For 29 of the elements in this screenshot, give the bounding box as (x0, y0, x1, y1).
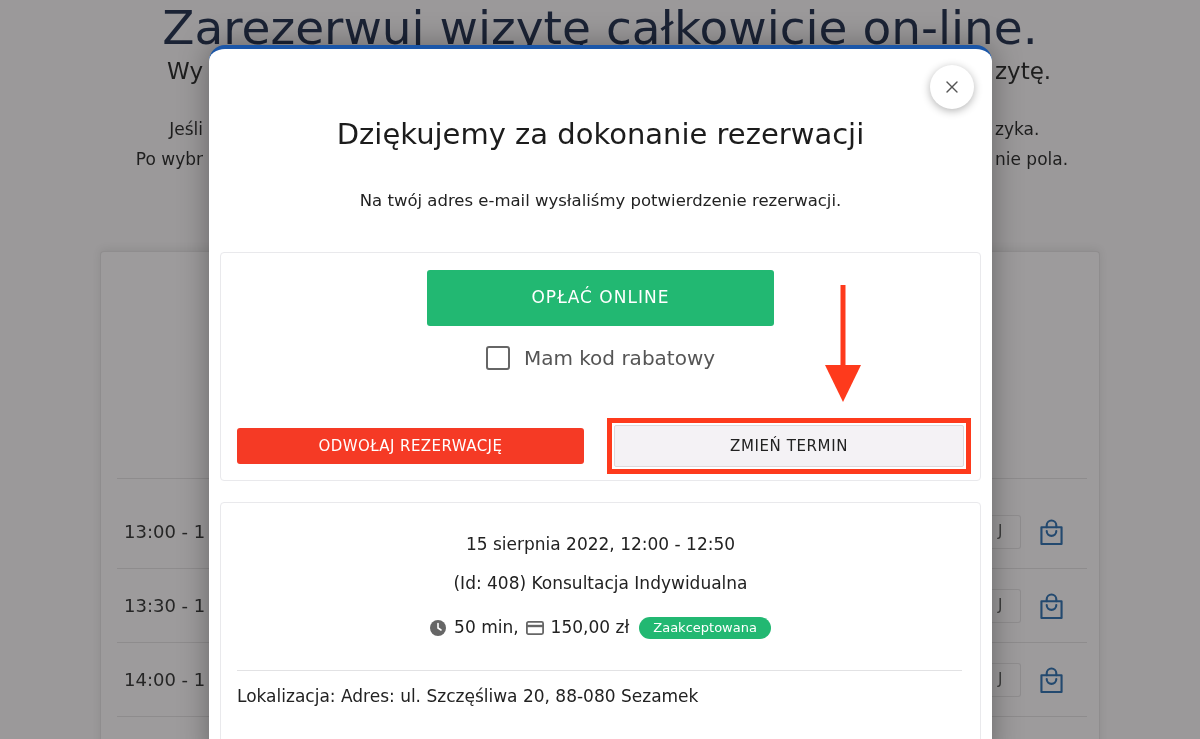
credit-card-icon (525, 621, 544, 635)
intro-text: Jeśli (169, 119, 203, 139)
booking-service: (Id: 408) Konsultacja Indywidualna (452, 572, 749, 595)
close-button[interactable] (930, 65, 974, 109)
intro-text: zyka. (995, 119, 1040, 139)
reschedule-button[interactable]: ZMIEŃ TERMIN (614, 425, 964, 467)
duration-text: 50 min, (454, 616, 519, 640)
time-slot-text: 13:00 - 1 (124, 520, 206, 544)
status-badge: Zaakceptowana (639, 617, 771, 639)
clock-icon (430, 620, 447, 636)
intro-text: Wy (167, 58, 203, 84)
shopping-bag-icon[interactable] (1040, 517, 1063, 546)
booking-location: Lokalizacja: Adres: ul. Szczęśliwa 20, 88-080 Sezamek (236, 685, 700, 708)
discount-checkbox-label: Mam kod rabatowy (523, 345, 716, 372)
time-slot-text: 14:00 - 1 (124, 668, 206, 692)
intro-text: Po wybr (135, 149, 203, 169)
booking-date: 15 sierpnia 2022, 12:00 - 12:50 (464, 533, 737, 556)
down-arrow-icon (825, 285, 861, 402)
intro-text: zytę. (995, 58, 1052, 84)
time-slot-text: 13:30 - 1 (124, 594, 206, 618)
shopping-bag-icon[interactable] (1040, 665, 1063, 694)
discount-checkbox[interactable] (485, 346, 510, 370)
intro-text: nie pola. (995, 149, 1069, 169)
shopping-bag-icon[interactable] (1040, 591, 1063, 620)
dialog-title: Dziękujemy za dokonanie rezerwacji (335, 116, 866, 153)
cancel-booking-button[interactable]: ODWOŁAJ REZERWACJĘ (237, 428, 584, 464)
price-text: 150,00 zł (550, 616, 630, 640)
dialog-message: Na twój adres e-mail wysłaliśmy potwierdzenie rezerwacji. (358, 190, 843, 212)
pay-online-button[interactable]: OPŁAĆ ONLINE (427, 270, 774, 326)
